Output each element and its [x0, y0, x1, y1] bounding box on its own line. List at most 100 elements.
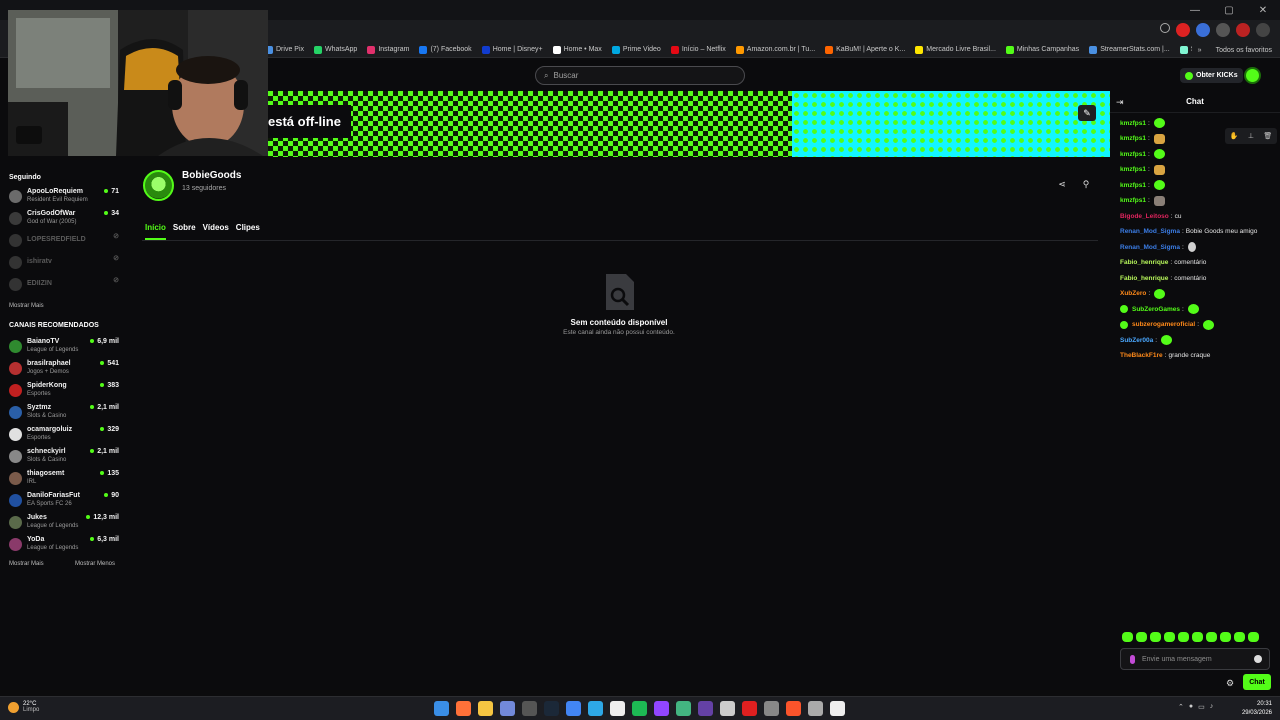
- chat-message-input[interactable]: Envie uma mensagem: [1120, 648, 1270, 670]
- emote-shortcut-icon[interactable]: [1206, 632, 1217, 642]
- weather-widget[interactable]: 22°C Limpo: [8, 701, 39, 713]
- emoji-icon[interactable]: [1254, 655, 1262, 663]
- bookmark-item[interactable]: Home • Max: [552, 45, 602, 54]
- sidebar-channel-item[interactable]: EDIIZIN ⊘: [9, 276, 121, 296]
- sidebar-channel-item[interactable]: thiagosemt IRL 135: [9, 470, 121, 490]
- sidebar-channel-item[interactable]: brasilraphael Jogos + Demos 541: [9, 360, 121, 380]
- chat-username[interactable]: kmzfps1: [1120, 135, 1146, 142]
- close-button[interactable]: ✕: [1246, 0, 1280, 20]
- chevron-right-icon[interactable]: »: [1198, 47, 1202, 54]
- sidebar-channel-item[interactable]: SpiderKong Esportes 383: [9, 382, 121, 402]
- puzzle-icon[interactable]: [1216, 23, 1230, 37]
- taskbar-app-icon[interactable]: [456, 701, 471, 716]
- bookmark-item[interactable]: Mercado Livre Brasil...: [915, 45, 996, 54]
- sidebar-channel-item[interactable]: Syztmz Slots & Casino 2,1 mil: [9, 404, 121, 424]
- bookmark-item[interactable]: Drive Pix: [265, 45, 304, 54]
- gear-icon[interactable]: ⚙: [1226, 678, 1234, 689]
- pin-icon[interactable]: ⊥: [1248, 132, 1254, 140]
- chat-username[interactable]: Renan_Mod_Sigma: [1120, 244, 1180, 251]
- clock[interactable]: 20:31 29/03/2026: [1242, 700, 1272, 718]
- taskbar-app-icon[interactable]: [500, 701, 515, 716]
- chevron-up-icon[interactable]: ⌃: [1178, 703, 1184, 711]
- bookmark-item[interactable]: Prime Video: [611, 45, 661, 54]
- send-chat-button[interactable]: Chat: [1243, 674, 1271, 690]
- taskbar-app-icon[interactable]: [676, 701, 691, 716]
- taskbar-app-icon[interactable]: [830, 701, 845, 716]
- tab-1[interactable]: Sobre: [173, 223, 196, 240]
- show-more-recommended[interactable]: Mostrar Mais: [9, 561, 44, 567]
- bookmark-item[interactable]: Amazon.com.br | Tu...: [735, 45, 815, 54]
- bookmark-item[interactable]: StreamerStats.com |...: [1089, 45, 1170, 54]
- taskbar-app-icon[interactable]: [654, 701, 669, 716]
- taskbar-app-icon[interactable]: [698, 701, 713, 716]
- sidebar-channel-item[interactable]: ishiratv ⊘: [9, 254, 121, 274]
- sidebar-channel-item[interactable]: LOPESREDFIELD ⊘: [9, 232, 121, 252]
- tab-0[interactable]: Início: [145, 223, 166, 240]
- chat-username[interactable]: kmzfps1: [1120, 182, 1146, 189]
- chat-username[interactable]: Bigode_Leitoso: [1120, 213, 1169, 220]
- user-avatar[interactable]: [1244, 67, 1261, 84]
- profile-icon[interactable]: [1236, 23, 1250, 37]
- taskbar-app-icon[interactable]: [764, 701, 779, 716]
- edit-banner-button[interactable]: ✎: [1078, 105, 1096, 121]
- emote-shortcut-icon[interactable]: [1234, 632, 1245, 642]
- chat-username[interactable]: subzerogameroficial: [1132, 321, 1195, 328]
- volume-icon[interactable]: ♪: [1210, 703, 1214, 711]
- bookmark-item[interactable]: Início – Netflix: [670, 45, 726, 54]
- extension-icon[interactable]: [1176, 23, 1190, 37]
- emote-shortcut-icon[interactable]: [1150, 632, 1161, 642]
- taskbar-app-icon[interactable]: [632, 701, 647, 716]
- taskbar-app-icon[interactable]: [786, 701, 801, 716]
- channel-avatar[interactable]: [143, 170, 174, 201]
- sidebar-channel-item[interactable]: BaianoTV League of Legends 6,9 mil: [9, 338, 121, 358]
- chat-username[interactable]: SubZer00a: [1120, 337, 1153, 344]
- chat-username[interactable]: Fabio_henrique: [1120, 275, 1168, 282]
- taskbar-app-icon[interactable]: [434, 701, 449, 716]
- taskbar-app-icon[interactable]: [478, 701, 493, 716]
- tab-3[interactable]: Clipes: [236, 223, 260, 240]
- sidebar-channel-item[interactable]: YoDa League of Legends 6,3 mil: [9, 536, 121, 556]
- chat-username[interactable]: TheBlackF1re: [1120, 352, 1163, 359]
- chat-username[interactable]: kmzfps1: [1120, 166, 1146, 173]
- hand-icon[interactable]: ✋: [1230, 132, 1239, 140]
- taskbar-app-icon[interactable]: [742, 701, 757, 716]
- emote-shortcut-icon[interactable]: [1164, 632, 1175, 642]
- sidebar-channel-item[interactable]: schneckyirl Slots & Casino 2,1 mil: [9, 448, 121, 468]
- emote-shortcut-icon[interactable]: [1192, 632, 1203, 642]
- network-icon[interactable]: ▭: [1198, 703, 1205, 711]
- bookmark-item[interactable]: (7) Facebook: [419, 45, 472, 54]
- bookmark-item[interactable]: KaBuM! | Aperte o K...: [825, 45, 905, 54]
- extension-icon[interactable]: [1196, 23, 1210, 37]
- show-more-following[interactable]: Mostrar Mais: [9, 303, 44, 309]
- bookmark-item[interactable]: Minhas Campanhas: [1005, 45, 1079, 54]
- emote-shortcut-icon[interactable]: [1178, 632, 1189, 642]
- chat-username[interactable]: Fabio_henrique: [1120, 259, 1168, 266]
- star-icon[interactable]: [1160, 23, 1170, 33]
- share-icon[interactable]: ⋖: [1057, 179, 1067, 189]
- tab-2[interactable]: Vídeos: [203, 223, 229, 240]
- sidebar-channel-item[interactable]: DaniloFariasFut EA Sports FC 26 90: [9, 492, 121, 512]
- taskbar-app-icon[interactable]: [588, 701, 603, 716]
- emote-shortcut-icon[interactable]: [1248, 632, 1259, 642]
- chat-username[interactable]: SubZeroGames: [1132, 306, 1180, 313]
- emote-shortcut-icon[interactable]: [1122, 632, 1133, 642]
- show-less-recommended[interactable]: Mostrar Menos: [75, 561, 115, 567]
- bookmark-item[interactable]: WhatsApp: [314, 45, 357, 54]
- taskbar-app-icon[interactable]: [544, 701, 559, 716]
- sidebar-channel-item[interactable]: ApooLoRequiem Resident Evil Requiem 71: [9, 188, 121, 208]
- minimize-button[interactable]: —: [1178, 0, 1212, 20]
- taskbar-app-icon[interactable]: [566, 701, 581, 716]
- all-bookmarks-link[interactable]: Todos os favoritos: [1216, 47, 1272, 54]
- get-kicks-button[interactable]: Obter KICKs: [1180, 68, 1243, 83]
- search-input[interactable]: ⌕ Buscar: [535, 66, 745, 85]
- bookmark-item[interactable]: Instagram: [367, 45, 409, 54]
- chat-username[interactable]: kmzfps1: [1120, 151, 1146, 158]
- taskbar-app-icon[interactable]: [522, 701, 537, 716]
- chat-username[interactable]: XubZero: [1120, 290, 1146, 297]
- maximize-button[interactable]: ▢: [1212, 0, 1246, 20]
- bookmark-item[interactable]: Home | Disney+: [481, 45, 543, 54]
- chat-username[interactable]: Renan_Mod_Sigma: [1120, 228, 1180, 235]
- sidebar-channel-item[interactable]: ocamargoluiz Esportes 329: [9, 426, 121, 446]
- add-user-icon[interactable]: ⚲: [1081, 179, 1091, 189]
- mic-tray-icon[interactable]: ●: [1189, 703, 1193, 711]
